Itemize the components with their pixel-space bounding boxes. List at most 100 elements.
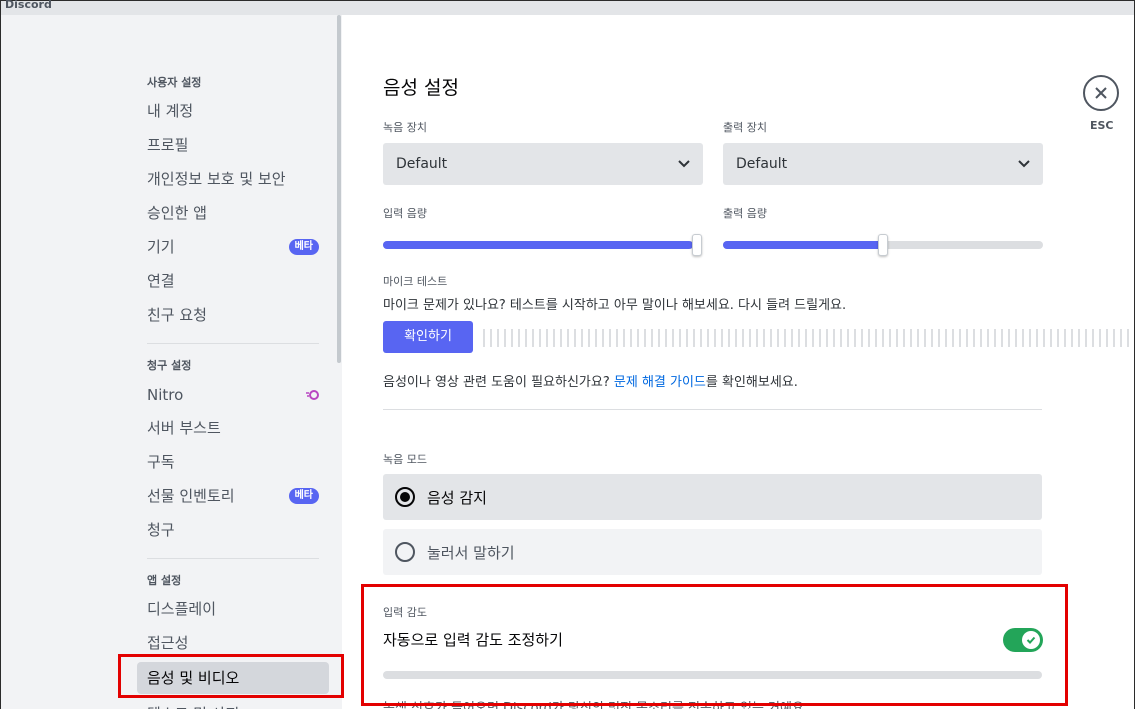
output-device-value: Default bbox=[736, 156, 788, 172]
sidebar-item-connections[interactable]: 연결 bbox=[137, 265, 329, 297]
meter-tick bbox=[1029, 329, 1031, 347]
sidebar-divider bbox=[147, 558, 319, 559]
meter-tick bbox=[567, 329, 569, 347]
input-volume-label: 입력 음량 bbox=[383, 207, 427, 220]
meter-tick bbox=[980, 329, 982, 347]
meter-tick bbox=[609, 329, 611, 347]
output-volume-knob[interactable] bbox=[878, 234, 888, 256]
meter-tick bbox=[1022, 329, 1024, 347]
sidebar-scrollbar[interactable] bbox=[337, 15, 341, 363]
sidebar-item-label: 내 계정 bbox=[147, 102, 194, 120]
sidebar-item-nitro[interactable]: Nitro bbox=[137, 379, 329, 411]
meter-tick bbox=[756, 329, 758, 347]
meter-tick bbox=[847, 329, 849, 347]
sidebar-item-gift-inventory[interactable]: 선물 인벤토리 베타 bbox=[137, 480, 329, 512]
meter-tick bbox=[595, 329, 597, 347]
sidebar-item-appearance[interactable]: 디스플레이 bbox=[137, 593, 329, 625]
meter-tick bbox=[882, 329, 884, 347]
meter-tick bbox=[665, 329, 667, 347]
sidebar-item-label: 연결 bbox=[147, 272, 175, 290]
help-suffix: 를 확인해보세요. bbox=[705, 375, 798, 390]
meter-tick bbox=[637, 329, 639, 347]
help-prefix: 음성이나 영상 관련 도움이 필요하신가요? bbox=[383, 375, 614, 390]
sidebar-item-label: 디스플레이 bbox=[147, 600, 217, 618]
meter-tick bbox=[602, 329, 604, 347]
sidebar-item-friend-requests[interactable]: 친구 요청 bbox=[137, 299, 329, 331]
radio-voice-activity[interactable]: 음성 감지 bbox=[383, 474, 1042, 520]
meter-tick bbox=[672, 329, 674, 347]
radio-label: 음성 감지 bbox=[427, 488, 487, 507]
meter-tick bbox=[931, 329, 933, 347]
meter-tick bbox=[826, 329, 828, 347]
meter-tick bbox=[686, 329, 688, 347]
esc-label: ESC bbox=[1090, 119, 1114, 132]
sidebar-header-user-settings: 사용자 설정 bbox=[147, 76, 202, 89]
sidebar-item-profile[interactable]: 프로필 bbox=[137, 129, 329, 161]
meter-tick bbox=[1057, 329, 1059, 347]
page-title: 음성 설정 bbox=[383, 77, 459, 99]
meter-tick bbox=[833, 329, 835, 347]
meter-tick bbox=[903, 329, 905, 347]
meter-tick bbox=[966, 329, 968, 347]
section-divider bbox=[383, 409, 1042, 410]
sidebar-item-subscriptions[interactable]: 구독 bbox=[137, 446, 329, 478]
meter-tick bbox=[735, 329, 737, 347]
sidebar-item-privacy-safety[interactable]: 개인정보 보호 및 보안 bbox=[137, 163, 329, 195]
meter-tick bbox=[1078, 329, 1080, 347]
sidebar-item-text-images[interactable]: 텍스트 및 사진 bbox=[137, 698, 329, 709]
sidebar-header-billing-settings: 청구 설정 bbox=[147, 359, 192, 372]
meter-tick bbox=[945, 329, 947, 347]
title-bar: Discord bbox=[1, 0, 1134, 15]
meter-tick bbox=[875, 329, 877, 347]
meter-tick bbox=[1008, 329, 1010, 347]
sidebar-item-label: 친구 요청 bbox=[147, 306, 207, 324]
output-device-select[interactable]: Default bbox=[723, 143, 1043, 185]
beta-badge: 베타 bbox=[288, 239, 319, 255]
close-button[interactable] bbox=[1083, 75, 1119, 111]
sidebar-item-label: 기기 bbox=[147, 238, 175, 256]
meter-tick bbox=[553, 329, 555, 347]
meter-tick bbox=[644, 329, 646, 347]
meter-tick bbox=[693, 329, 695, 347]
meter-tick bbox=[1064, 329, 1066, 347]
sidebar-item-my-account[interactable]: 내 계정 bbox=[137, 95, 329, 127]
radio-selected-icon bbox=[395, 487, 415, 507]
output-volume-slider[interactable] bbox=[723, 234, 1043, 256]
meter-tick bbox=[805, 329, 807, 347]
meter-tick bbox=[1071, 329, 1073, 347]
meter-tick bbox=[1120, 329, 1122, 347]
input-device-select[interactable]: Default bbox=[383, 143, 703, 185]
input-mode-label: 녹음 모드 bbox=[383, 453, 427, 466]
troubleshooting-guide-link[interactable]: 문제 해결 가이드 bbox=[614, 375, 706, 390]
mic-test-button[interactable]: 확인하기 bbox=[383, 321, 473, 353]
meter-tick bbox=[707, 329, 709, 347]
meter-tick bbox=[1043, 329, 1045, 347]
meter-tick bbox=[973, 329, 975, 347]
mic-test-label: 마이크 테스트 bbox=[383, 275, 448, 288]
meter-tick bbox=[630, 329, 632, 347]
meter-tick bbox=[791, 329, 793, 347]
sidebar-item-billing[interactable]: 청구 bbox=[137, 514, 329, 546]
meter-tick bbox=[784, 329, 786, 347]
meter-tick bbox=[497, 329, 499, 347]
help-text: 음성이나 영상 관련 도움이 필요하신가요? 문제 해결 가이드를 확인해보세요… bbox=[383, 371, 798, 390]
meter-tick bbox=[1113, 329, 1115, 347]
meter-tick bbox=[539, 329, 541, 347]
meter-tick bbox=[819, 329, 821, 347]
meter-tick bbox=[994, 329, 996, 347]
input-volume-knob[interactable] bbox=[692, 234, 702, 256]
input-volume-slider[interactable] bbox=[383, 234, 702, 256]
nitro-icon bbox=[306, 390, 319, 400]
meter-tick bbox=[910, 329, 912, 347]
close-icon bbox=[1095, 87, 1107, 99]
sidebar-item-devices[interactable]: 기기 베타 bbox=[137, 231, 329, 263]
sidebar-item-label: 개인정보 보호 및 보안 bbox=[147, 170, 286, 188]
meter-tick bbox=[490, 329, 492, 347]
sidebar-item-server-boost[interactable]: 서버 부스트 bbox=[137, 412, 329, 444]
radio-push-to-talk[interactable]: 눌러서 말하기 bbox=[383, 529, 1042, 575]
input-device-value: Default bbox=[396, 156, 448, 172]
meter-tick bbox=[770, 329, 772, 347]
meter-tick bbox=[868, 329, 870, 347]
chevron-down-icon bbox=[677, 143, 691, 185]
sidebar-item-authorized-apps[interactable]: 승인한 앱 bbox=[137, 197, 329, 229]
